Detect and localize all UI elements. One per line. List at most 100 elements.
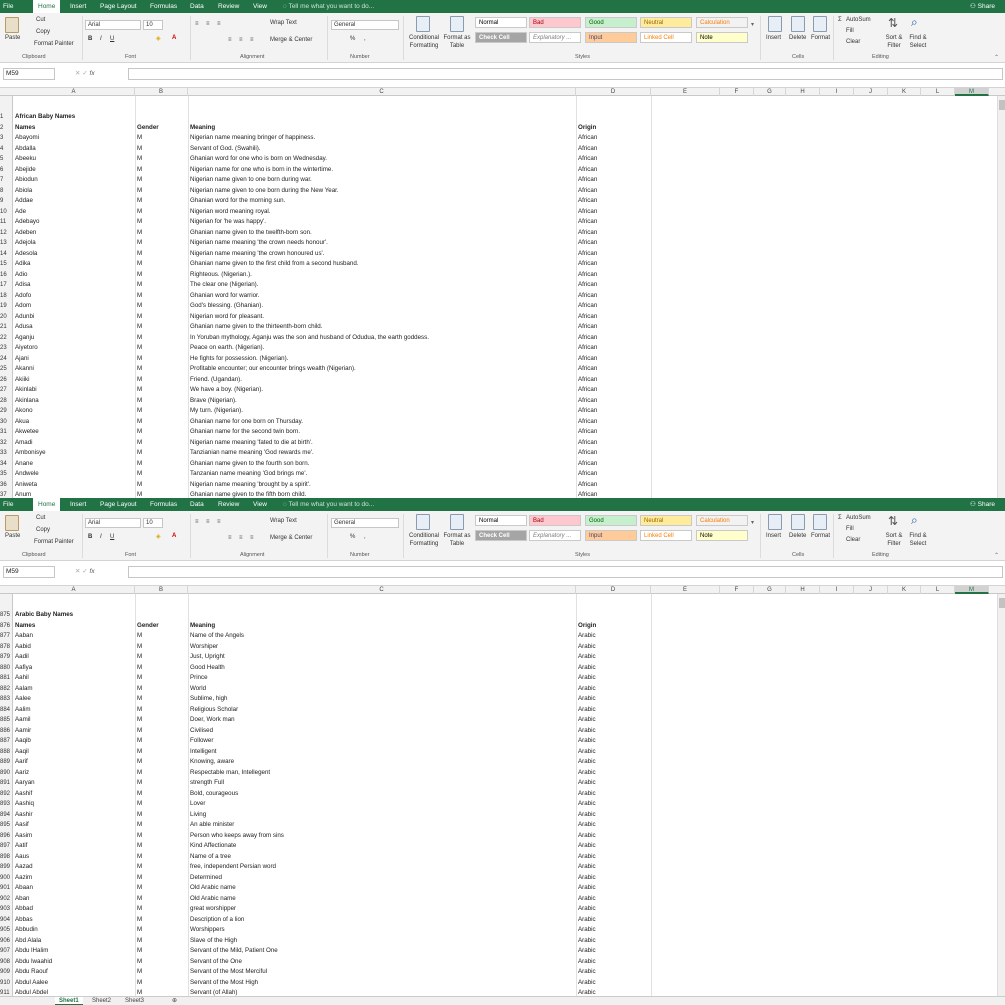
table-cell[interactable]: Arabic [578,810,651,821]
row-number[interactable]: 903 [0,904,13,915]
table-cell[interactable]: African [578,165,651,176]
table-cell[interactable]: Arabic [578,789,651,800]
copy-button[interactable]: Copy [36,527,50,533]
style-calculation[interactable]: Calculation [696,17,748,28]
header-cell[interactable]: Origin [578,621,651,632]
table-cell[interactable]: African [578,238,651,249]
table-cell[interactable]: Adebayo [15,217,135,228]
table-cell[interactable]: M [137,715,188,726]
table-cell[interactable]: Name of a tree [190,852,576,863]
name-box[interactable]: M59 [3,566,55,578]
table-cell[interactable]: Arabic [578,778,651,789]
table-cell[interactable]: M [137,322,188,333]
table-cell[interactable]: Arabic [578,631,651,642]
column-header-k[interactable]: K [888,586,921,594]
table-cell[interactable]: M [137,789,188,800]
add-sheet-icon[interactable]: ⊕ [168,997,181,1005]
table-cell[interactable]: Knowing, aware [190,757,576,768]
table-cell[interactable]: Worshiper [190,642,576,653]
table-cell[interactable]: M [137,778,188,789]
table-cell[interactable]: Abejide [15,165,135,176]
table-cell[interactable]: African [578,301,651,312]
format-cells-button[interactable]: Format [811,533,830,539]
table-cell[interactable]: Aatif [15,841,135,852]
table-cell[interactable]: M [137,904,188,915]
table-cell[interactable]: Aadil [15,652,135,663]
style-neutral[interactable]: Neutral [640,515,692,526]
table-cell[interactable]: great worshipper [190,904,576,915]
format-painter-button[interactable]: Format Painter [34,539,74,545]
style-calculation[interactable]: Calculation [696,515,748,526]
align-icon[interactable]: ≡ [250,535,254,541]
table-cell[interactable]: Arabic [578,747,651,758]
font-size-combo[interactable]: 10 [143,20,163,30]
tab-data[interactable]: Data [190,498,204,511]
tab-page-layout[interactable]: Page Layout [100,498,137,511]
row-number[interactable]: 14 [0,249,13,260]
sheet-title-cell[interactable]: Arabic Baby Names [15,610,135,621]
align-icon[interactable]: ≡ [195,519,199,525]
align-icon[interactable]: ≡ [206,21,210,27]
delete-cells-icon[interactable] [791,514,805,530]
table-cell[interactable]: Ghanian name given to the twelfth-born s… [190,228,576,239]
table-cell[interactable]: African [578,322,651,333]
row-number[interactable]: 877 [0,631,13,642]
row-number[interactable]: 891 [0,778,13,789]
sort-filter-icon[interactable]: ⇅ [888,514,898,528]
autosum-button[interactable]: AutoSum [846,17,871,23]
style-check-cell[interactable]: Check Cell [475,530,527,541]
table-cell[interactable]: M [137,228,188,239]
table-cell[interactable]: World [190,684,576,695]
table-cell[interactable]: Adofo [15,291,135,302]
table-cell[interactable]: M [137,883,188,894]
enter-icon[interactable]: ✓ [82,70,89,77]
table-cell[interactable]: Profitable encounter; our encounter brin… [190,364,576,375]
formula-input[interactable] [128,566,1003,578]
insert-function-icon[interactable]: fx [90,70,95,77]
table-cell[interactable]: M [137,438,188,449]
fill-button[interactable]: Fill [846,28,854,34]
delete-cells-button[interactable]: Delete [789,533,806,539]
column-header-b[interactable]: B [135,88,188,96]
row-number[interactable]: 37 [0,490,13,498]
table-cell[interactable]: Just, Upright [190,652,576,663]
row-number[interactable]: 892 [0,789,13,800]
table-cell[interactable]: God's blessing. (Ghanian). [190,301,576,312]
column-header-a[interactable]: A [13,586,135,594]
font-color-icon[interactable]: A [172,35,176,41]
table-cell[interactable]: Worshippers [190,925,576,936]
column-header-d[interactable]: D [576,586,651,594]
row-number[interactable]: 907 [0,946,13,957]
table-cell[interactable]: M [137,301,188,312]
vertical-scrollbar[interactable] [997,594,1005,997]
table-cell[interactable]: M [137,925,188,936]
number-format-combo[interactable]: General [331,20,399,30]
table-cell[interactable]: Aahil [15,673,135,684]
header-cell[interactable]: Meaning [190,621,576,632]
table-cell[interactable]: African [578,280,651,291]
align-icon[interactable]: ≡ [206,519,210,525]
table-cell[interactable]: Arabic [578,936,651,947]
style-note[interactable]: Note [696,32,748,43]
table-cell[interactable]: M [137,144,188,155]
sheet-title-cell[interactable]: African Baby Names [15,112,135,123]
table-cell[interactable]: M [137,873,188,884]
style-bad[interactable]: Bad [529,17,581,28]
table-cell[interactable]: Aalam [15,684,135,695]
table-cell[interactable]: Friend. (Ugandan). [190,375,576,386]
table-cell[interactable]: M [137,831,188,842]
number-format-combo[interactable]: General [331,518,399,528]
table-cell[interactable]: Akono [15,406,135,417]
table-cell[interactable]: M [137,270,188,281]
percent-button[interactable]: % [350,534,355,540]
row-number[interactable]: 896 [0,831,13,842]
table-cell[interactable]: Servant of God. (Swahili). [190,144,576,155]
table-cell[interactable]: Aniweta [15,480,135,491]
table-cell[interactable]: Nigerian name meaning 'fated to die at b… [190,438,576,449]
tab-formulas[interactable]: Formulas [150,498,177,511]
table-cell[interactable]: Abdu lHalim [15,946,135,957]
italic-button[interactable]: I [100,36,102,42]
table-cell[interactable]: Anane [15,459,135,470]
table-cell[interactable]: Lover [190,799,576,810]
cut-button[interactable]: Cut [36,17,45,23]
